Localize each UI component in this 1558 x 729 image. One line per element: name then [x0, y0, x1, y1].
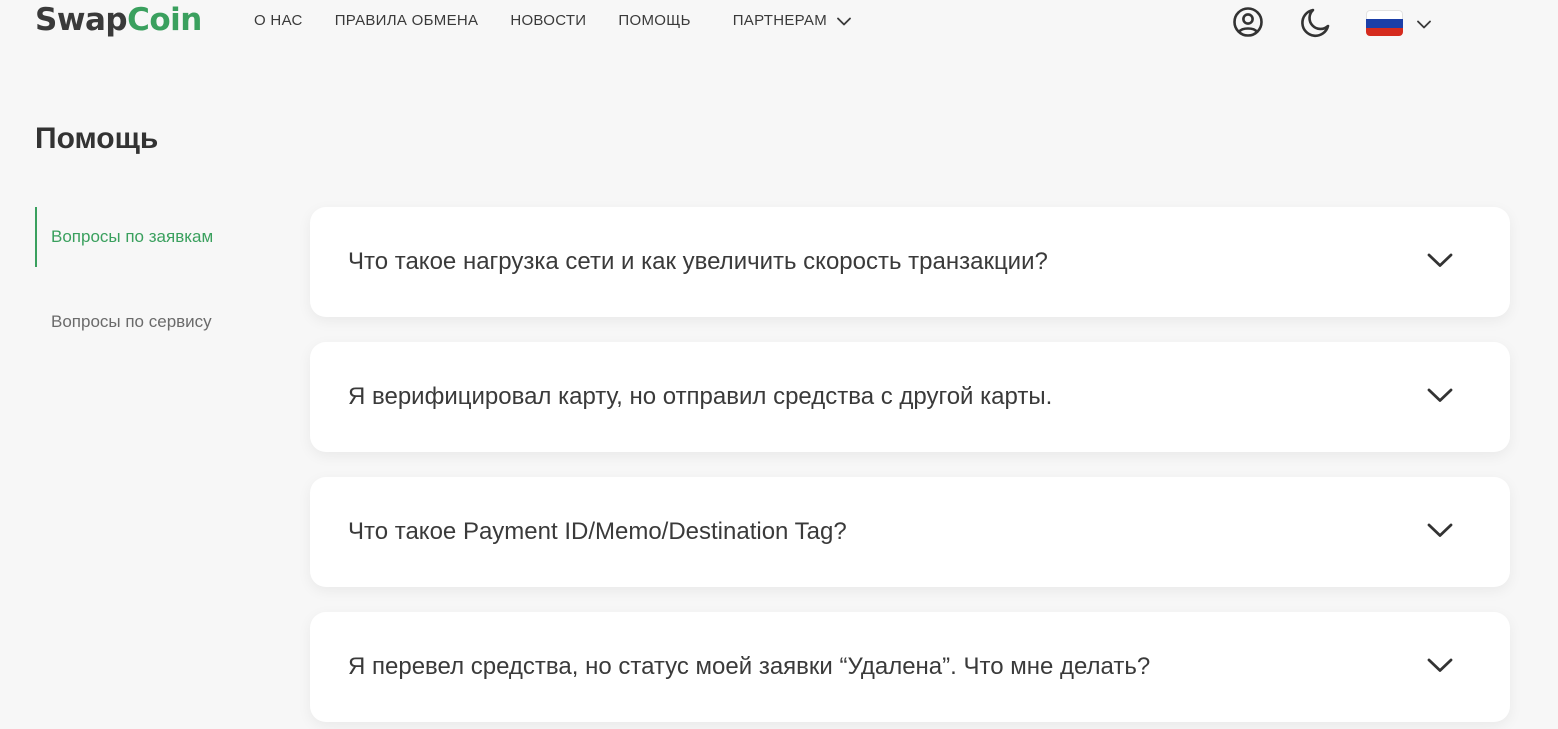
sidebar-item-label: Вопросы по заявкам: [51, 227, 214, 246]
nav-exchange-rules[interactable]: ПРАВИЛА ОБМЕНА: [335, 11, 479, 31]
faq-question: Что такое Payment ID/Memo/Destination Ta…: [348, 518, 847, 545]
header: SwapCoin О НАС ПРАВИЛА ОБМЕНА НОВОСТИ ПО…: [0, 0, 1558, 44]
faq-item[interactable]: Что такое Payment ID/Memo/Destination Ta…: [310, 477, 1510, 587]
chevron-down-icon: [1417, 20, 1431, 28]
user-circle-icon[interactable]: [1232, 6, 1264, 38]
main-nav: О НАС ПРАВИЛА ОБМЕНА НОВОСТИ ПОМОЩЬ ПАРТ…: [254, 11, 851, 31]
language-selector[interactable]: [1366, 10, 1431, 36]
nav-partners[interactable]: ПАРТНЕРАМ: [733, 11, 851, 31]
faq-question: Я верифицировал карту, но отправил средс…: [348, 383, 1053, 410]
faq-question: Я перевел средства, но статус моей заявк…: [348, 653, 1151, 680]
chevron-down-icon: [1427, 388, 1453, 402]
logo-text-swap: Swap: [35, 2, 128, 38]
nav-help[interactable]: ПОМОЩЬ: [618, 11, 690, 31]
chevron-down-icon: [1427, 253, 1453, 267]
faq-item[interactable]: Я верифицировал карту, но отправил средс…: [310, 342, 1510, 452]
nav-partners-label: ПАРТНЕРАМ: [732, 12, 828, 29]
russia-flag-icon: [1366, 10, 1403, 36]
chevron-down-icon: [1427, 658, 1453, 672]
sidebar-item-order-questions[interactable]: Вопросы по заявкам: [35, 207, 277, 267]
faq-item[interactable]: Что такое нагрузка сети и как увеличить …: [310, 207, 1510, 317]
nav-news[interactable]: НОВОСТИ: [510, 11, 586, 31]
logo[interactable]: SwapCoin: [35, 0, 202, 40]
chevron-down-icon: [837, 17, 851, 25]
faq-item[interactable]: Я перевел средства, но статус моей заявк…: [310, 612, 1510, 722]
chevron-down-icon: [1427, 523, 1453, 537]
faq-question: Что такое нагрузка сети и как увеличить …: [348, 248, 1048, 275]
logo-text-coin: Coin: [127, 2, 202, 38]
nav-about[interactable]: О НАС: [254, 11, 303, 31]
moon-icon[interactable]: [1298, 6, 1332, 40]
page-title: Помощь: [35, 122, 159, 155]
sidebar-item-label: Вопросы по сервису: [51, 312, 212, 331]
